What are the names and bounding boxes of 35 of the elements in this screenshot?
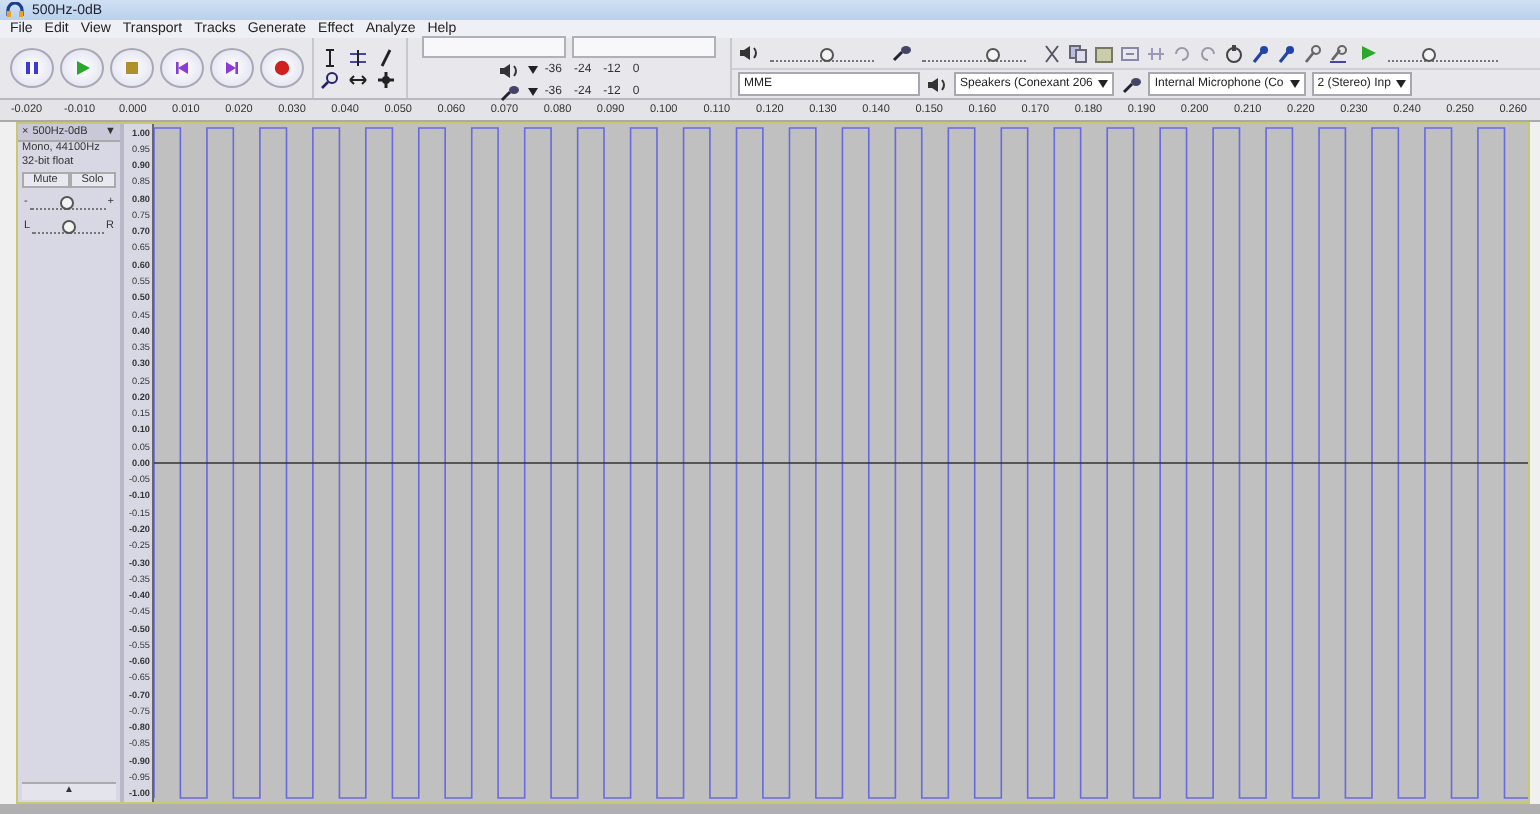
microphone-icon [1120,75,1143,93]
caret-icon[interactable] [528,66,539,74]
input-volume-slider[interactable] [985,47,999,61]
speaker-icon [738,44,760,62]
selection-tool-icon[interactable] [320,47,340,67]
microphone-icon[interactable] [498,83,523,101]
draw-tool-icon[interactable] [376,47,396,67]
skip-to-start-button[interactable] [159,48,203,88]
copy-icon[interactable] [1068,43,1088,63]
time-shift-tool-icon[interactable] [348,69,368,89]
paste-icon[interactable] [1094,43,1114,63]
caret-icon [1396,80,1407,88]
play-at-speed-icon[interactable] [1360,44,1378,62]
sync-lock-icon[interactable] [1224,43,1244,63]
speaker-icon [926,75,948,93]
pan-slider[interactable] [61,220,76,234]
caret-icon[interactable] [528,88,539,96]
output-volume-slider[interactable] [819,47,834,61]
caret-icon [1289,80,1300,88]
gain-slider[interactable] [60,196,75,210]
multi-tool-icon[interactable] [376,69,396,89]
microphone-icon [890,44,912,62]
envelope-tool-icon[interactable] [348,47,368,67]
playback-speed-slider[interactable] [1421,47,1436,61]
skip-to-end-button[interactable] [209,48,253,88]
fit-selection-icon[interactable] [1302,43,1322,63]
stop-button[interactable] [109,48,153,88]
pause-button[interactable] [9,48,53,88]
cut-icon[interactable] [1042,43,1062,63]
record-button[interactable] [259,48,303,88]
trim-icon[interactable] [1120,43,1140,63]
app-icon [6,2,24,18]
zoom-tool-icon[interactable] [320,69,340,89]
speaker-icon[interactable] [498,61,523,79]
caret-icon [1098,80,1109,88]
